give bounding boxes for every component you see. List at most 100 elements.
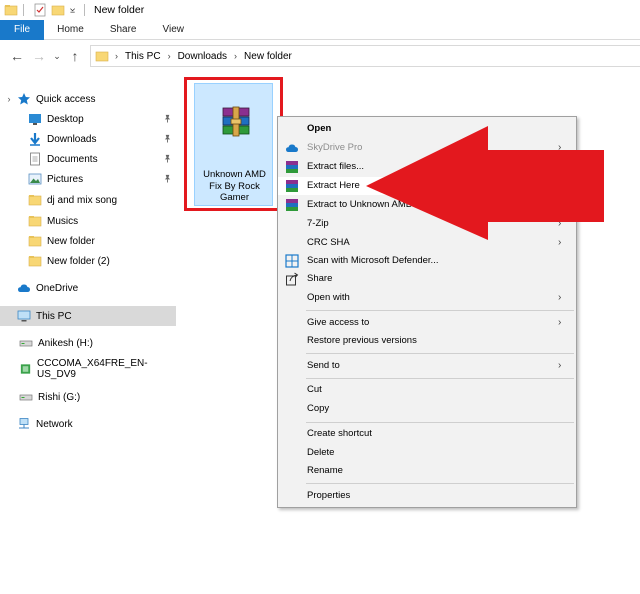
nav-drive-anikesh[interactable]: Anikesh (H:) <box>0 333 176 353</box>
menu-separator <box>306 378 574 379</box>
nav-item-dj-and-mix-song[interactable]: dj and mix song <box>0 190 176 210</box>
up-arrow-icon[interactable]: ↑ <box>64 45 86 67</box>
pin-icon[interactable] <box>163 174 172 183</box>
file-highlight-box: Unknown AMD Fix By Rock Gamer <box>184 77 283 211</box>
nav-this-pc[interactable]: This PC <box>0 306 176 326</box>
breadcrumb-downloads[interactable]: Downloads <box>178 51 227 62</box>
menu-item-delete[interactable]: Delete <box>278 444 576 462</box>
nav-item-new-folder[interactable]: New folder <box>0 231 176 251</box>
menu-item-label: Restore previous versions <box>307 335 417 346</box>
computer-icon <box>17 310 31 322</box>
nav-item-label: New folder <box>47 235 95 247</box>
address-row: ← → ⌄ ↑ › This PC › Downloads › New fold… <box>0 40 640 72</box>
tab-file[interactable]: File <box>0 20 45 40</box>
nav-item-pictures[interactable]: Pictures <box>0 169 176 189</box>
properties-checklist-icon[interactable] <box>33 3 47 17</box>
submenu-chevron-icon: › <box>558 142 562 153</box>
menu-item-restore-previous[interactable]: Restore previous versions <box>278 332 576 350</box>
submenu-chevron-icon: › <box>558 292 562 303</box>
menu-separator <box>306 353 574 354</box>
tab-share[interactable]: Share <box>97 20 150 40</box>
network-icon <box>19 418 29 429</box>
menu-item-label: Properties <box>307 490 351 501</box>
ribbon-tabs: File Home Share View <box>0 20 640 40</box>
tab-view[interactable]: View <box>150 20 198 40</box>
menu-item-label: Cut <box>307 384 322 395</box>
submenu-chevron-icon: › <box>558 237 562 248</box>
menu-item-send-to[interactable]: Send to › <box>278 357 576 375</box>
nav-drive-rishi[interactable]: Rishi (G:) <box>0 387 176 407</box>
file-name-line: Fix By Rock <box>209 180 260 192</box>
pin-icon[interactable] <box>163 154 172 163</box>
document-icon <box>30 152 40 166</box>
breadcrumb-separator[interactable]: › <box>168 51 171 61</box>
tab-home[interactable]: Home <box>44 20 97 40</box>
download-arrow-icon <box>30 133 40 146</box>
menu-item-label: SkyDrive Pro <box>307 142 363 153</box>
cloud-icon <box>18 284 30 292</box>
menu-item-label: Extract Here <box>307 180 360 191</box>
nav-network-label: Network <box>36 418 73 430</box>
menu-item-cut[interactable]: Cut <box>278 381 576 399</box>
pin-icon[interactable] <box>163 114 172 123</box>
nav-network[interactable]: Network <box>0 414 176 434</box>
file-name-label[interactable]: Unknown AMD Fix By Rock Gamer <box>197 169 272 204</box>
menu-item-create-shortcut[interactable]: Create shortcut <box>278 425 576 443</box>
window-title: New folder <box>94 4 145 16</box>
pin-icon[interactable] <box>163 134 172 143</box>
nav-drive-label: Anikesh (H:) <box>38 337 94 349</box>
menu-separator <box>306 483 574 484</box>
menu-item-7zip[interactable]: 7-Zip › <box>278 215 576 233</box>
title-bar: New folder <box>0 0 640 20</box>
menu-item-skydrive-pro[interactable]: SkyDrive Pro › <box>278 139 576 157</box>
menu-item-label: 7-Zip <box>307 218 329 229</box>
menu-item-label: Rename <box>307 465 343 476</box>
nav-item-label: Musics <box>47 215 79 227</box>
menu-item-extract-to[interactable]: Extract to Unknown AMD <box>278 196 576 214</box>
nav-item-downloads[interactable]: Downloads <box>0 129 176 149</box>
folder-icon <box>28 236 42 247</box>
menu-item-label: Share <box>307 273 333 284</box>
breadcrumb-this-pc[interactable]: This PC <box>125 51 161 62</box>
nav-quick-access[interactable]: › Quick access <box>0 89 176 109</box>
breadcrumb-new-folder[interactable]: New folder <box>244 51 292 62</box>
forward-arrow-icon[interactable]: → <box>28 45 50 67</box>
menu-item-open-with[interactable]: Open with › <box>278 289 576 307</box>
back-arrow-icon[interactable]: ← <box>6 45 28 67</box>
menu-item-copy[interactable]: Copy <box>278 400 576 418</box>
menu-item-label: Copy <box>307 403 330 414</box>
menu-item-extract-here[interactable]: Extract Here <box>278 177 576 195</box>
menu-item-properties[interactable]: Properties <box>278 487 576 505</box>
new-folder-icon[interactable] <box>51 3 65 17</box>
menu-item-label: Open with <box>307 292 350 303</box>
menu-item-scan-defender[interactable]: Scan with Microsoft Defender... <box>278 252 576 270</box>
menu-item-give-access[interactable]: Give access to › <box>278 314 576 332</box>
share-icon <box>286 272 299 286</box>
breadcrumb-separator[interactable]: › <box>234 51 237 61</box>
menu-item-open[interactable]: Open <box>278 120 576 138</box>
menu-item-label: Delete <box>307 447 335 458</box>
nav-item-label: Downloads <box>47 133 97 145</box>
menu-item-crc-sha[interactable]: CRC SHA › <box>278 234 576 252</box>
file-item-selected[interactable]: Unknown AMD Fix By Rock Gamer <box>194 83 273 206</box>
menu-item-label: Extract files... <box>307 161 365 172</box>
dvd-drive-icon <box>20 364 31 374</box>
menu-item-share[interactable]: Share <box>278 270 576 288</box>
nav-drive-label: CCCOMA_X64FRE_EN-US_DV9 <box>37 358 148 380</box>
menu-item-rename[interactable]: Rename <box>278 462 576 480</box>
nav-onedrive[interactable]: OneDrive <box>0 278 176 298</box>
nav-item-documents[interactable]: Documents <box>0 149 176 169</box>
nav-item-desktop[interactable]: Desktop <box>0 109 176 129</box>
nav-item-musics[interactable]: Musics <box>0 211 176 231</box>
customize-toolbar-chevron-icon[interactable] <box>69 3 79 17</box>
desktop-icon <box>29 114 41 125</box>
nav-drive-cccoma[interactable]: CCCOMA_X64FRE_EN-US_DV9 <box>0 358 176 380</box>
recent-locations-chevron-icon[interactable]: ⌄ <box>50 45 64 67</box>
nav-item-label: dj and mix song <box>47 194 118 206</box>
address-bar[interactable]: › This PC › Downloads › New folder <box>90 45 640 67</box>
nav-item-new-folder-2[interactable]: New folder (2) <box>0 251 176 271</box>
star-icon <box>18 93 30 105</box>
menu-item-extract-files[interactable]: Extract files... <box>278 158 576 176</box>
breadcrumb-separator[interactable]: › <box>115 51 118 61</box>
chevron-right-icon[interactable]: › <box>5 92 13 106</box>
